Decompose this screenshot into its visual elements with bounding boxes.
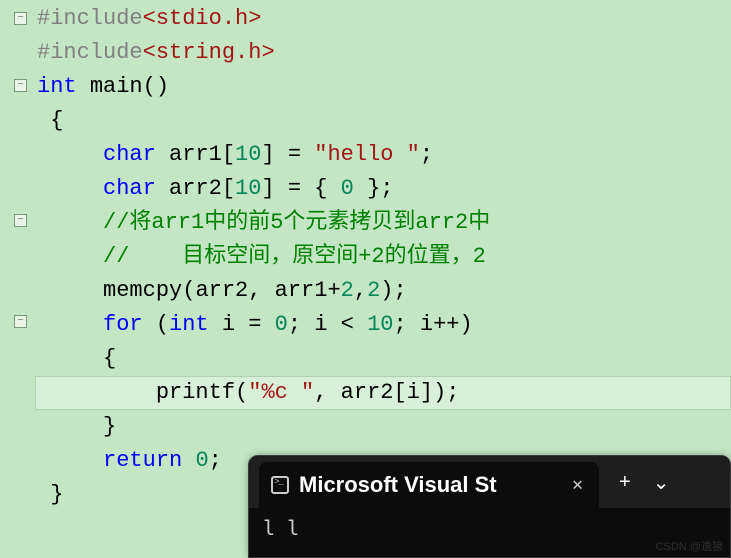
code-line: #include<string.h> <box>35 36 731 70</box>
fold-toggle[interactable]: − <box>14 79 27 92</box>
var: arr2 <box>169 176 222 201</box>
code-line: { <box>35 104 731 138</box>
number: 10 <box>235 142 261 167</box>
keyword: for <box>103 312 143 337</box>
new-tab-button[interactable]: + <box>609 467 641 498</box>
code-line: //将arr1中的前5个元素拷贝到arr2中 <box>35 206 731 240</box>
fold-toggle[interactable]: − <box>14 12 27 25</box>
code-line: char arr2[10] = { 0 }; <box>35 172 731 206</box>
preprocessor: #include <box>37 40 143 65</box>
number: 0 <box>195 448 208 473</box>
brace: } <box>50 482 63 507</box>
code-line: #include<stdio.h> <box>35 2 731 36</box>
code-line: for (int i = 0; i < 10; i++) <box>35 308 731 342</box>
terminal-icon <box>271 476 289 494</box>
brace: { <box>103 346 116 371</box>
brace: { <box>50 108 63 133</box>
number: 2 <box>341 278 354 303</box>
brace: } <box>103 414 116 439</box>
comment: //将arr1中的前5个元素拷贝到arr2中 <box>103 210 490 235</box>
fold-toggle[interactable]: − <box>14 214 27 227</box>
number: 0 <box>275 312 288 337</box>
fold-toggle[interactable]: − <box>14 315 27 328</box>
var: i <box>420 312 433 337</box>
code-line: char arr1[10] = "hello "; <box>35 138 731 172</box>
code-line-current: printf("%c ", arr2[i]); <box>35 376 731 410</box>
keyword: return <box>103 448 182 473</box>
code-line: { <box>35 342 731 376</box>
header: <string.h> <box>143 40 275 65</box>
terminal-title: Microsoft Visual St <box>299 472 558 498</box>
parens: () <box>143 74 169 99</box>
code-line: // 目标空间，原空间+2的位置，2 <box>35 240 731 274</box>
number: 2 <box>367 278 380 303</box>
preprocessor: #include <box>37 6 143 31</box>
watermark: CSDN @逸狼 <box>656 538 723 554</box>
keyword: int <box>37 74 77 99</box>
number: 10 <box>367 312 393 337</box>
terminal-actions: + ⌄ <box>599 456 689 508</box>
func-name: main <box>90 74 143 99</box>
close-icon[interactable]: ✕ <box>568 474 587 496</box>
arg: arr1 <box>275 278 328 303</box>
number: 10 <box>235 176 261 201</box>
var: arr2 <box>341 380 394 405</box>
keyword: int <box>169 312 209 337</box>
var: arr1 <box>169 142 222 167</box>
var: i <box>407 380 420 405</box>
terminal-titlebar[interactable]: Microsoft Visual St ✕ + ⌄ <box>249 456 730 508</box>
keyword: char <box>103 142 156 167</box>
header: <stdio.h> <box>143 6 262 31</box>
dropdown-button[interactable]: ⌄ <box>643 466 680 499</box>
code-line: } <box>35 410 731 444</box>
number: 0 <box>341 176 354 201</box>
func-call: memcpy <box>103 278 182 303</box>
comment: // 目标空间，原空间+2的位置，2 <box>103 244 486 269</box>
arg: arr2 <box>195 278 248 303</box>
terminal-tab[interactable]: Microsoft Visual St ✕ <box>259 462 599 508</box>
code-line: memcpy(arr2, arr1+2,2); <box>35 274 731 308</box>
keyword: char <box>103 176 156 201</box>
func-call: printf <box>156 380 235 405</box>
var: i <box>209 312 235 337</box>
fold-gutter: − − − − <box>0 0 35 558</box>
code-line: int main() <box>35 70 731 104</box>
string: "%c " <box>248 380 314 405</box>
string: "hello " <box>314 142 420 167</box>
var: i <box>314 312 327 337</box>
